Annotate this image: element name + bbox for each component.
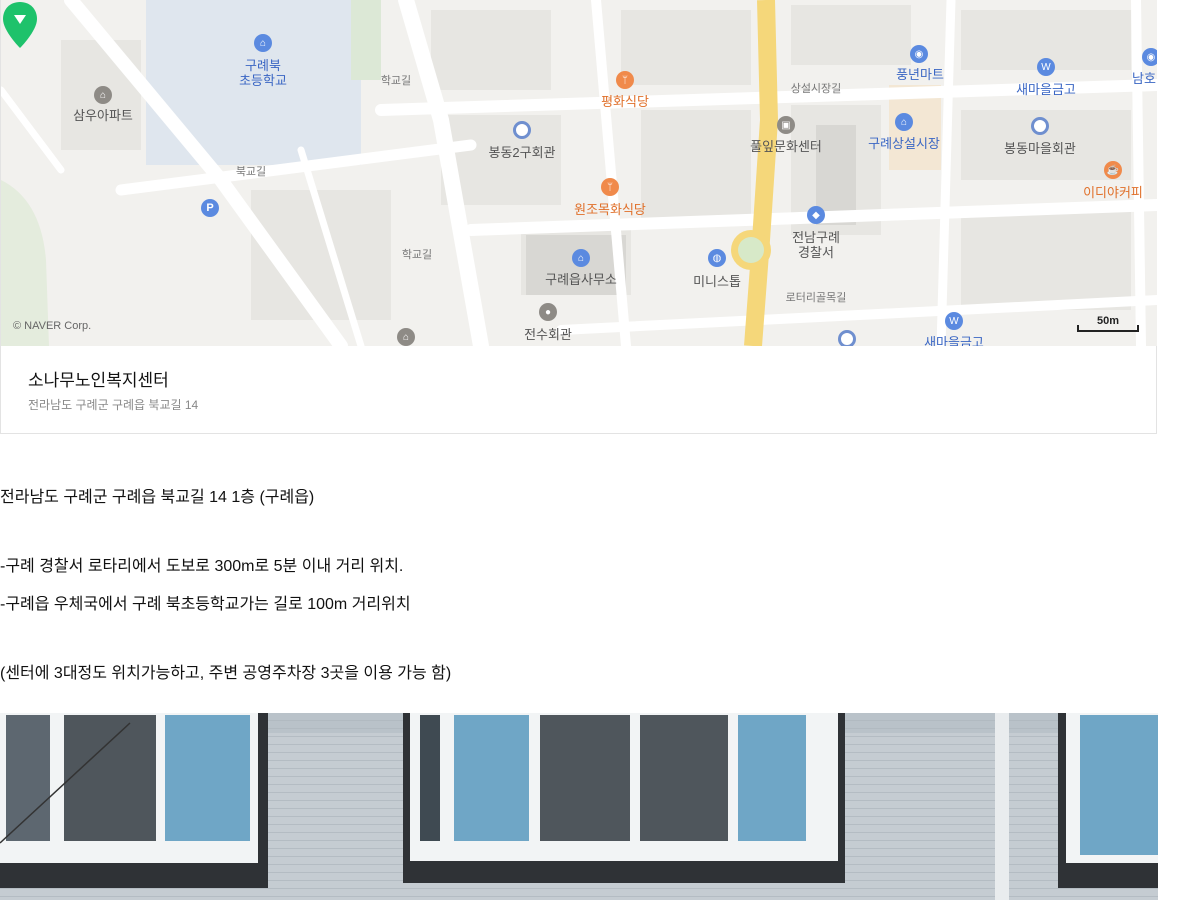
place-icon[interactable] [838,330,856,346]
cafe-icon[interactable]: ☕ [1104,161,1122,179]
location-marker-icon[interactable] [1,0,39,50]
direction-text: -구례 경찰서 로타리에서 도보로 300m로 5분 이내 거리 위치. [0,558,404,575]
map-label-road: 로터리골목길 [785,292,847,304]
convenience-store-icon[interactable]: ◍ [708,249,726,267]
map-label-road: 북교길 [235,166,267,178]
map-label-apartment[interactable]: 삼우아파트 [73,108,133,123]
map-copyright: © NAVER Corp. [13,320,92,332]
restaurant-icon[interactable]: ᛘ [616,71,634,89]
mart-icon[interactable]: ◉ [910,45,928,63]
bank-icon[interactable]: W [1037,58,1055,76]
map-base [1,0,1157,346]
police-icon[interactable]: ◆ [807,206,825,224]
hall-icon[interactable]: ● [539,303,557,321]
school-icon[interactable]: ⌂ [254,34,272,52]
map-label-bank[interactable]: 새마을금고 [924,335,984,346]
map-label-convenience-store[interactable]: 미니스톱 [693,274,741,289]
map-label-mart[interactable]: 풍년마트 [896,67,944,82]
map-label-market[interactable]: 구례상설시장 [868,136,940,151]
map-card[interactable]: ⌂ ⌂ ᛘ ▣ ◉ W ◉ ⌂ ᛘ ☕ P ◆ ⌂ ◍ ● ⌂ W 구례북 초등… [0,0,1157,434]
address-text: 전라남도 구례군 구례읍 북교길 14 1층 (구례읍) [0,489,315,506]
map-label-community-hall[interactable]: 봉동2구회관 [488,145,555,160]
restaurant-icon[interactable]: ᛘ [601,178,619,196]
building-icon[interactable]: ⌂ [397,328,415,346]
map-label-bank[interactable]: 새마을금고 [1016,82,1076,97]
map-label-restaurant[interactable]: 평화식당 [601,94,649,109]
community-hall-icon[interactable] [513,121,531,139]
map-scale-bar [1077,325,1139,332]
government-office-icon[interactable]: ⌂ [572,249,590,267]
map-label-road: 상설시장길 [790,83,842,95]
map-label-village-hall[interactable]: 봉동마을회관 [1004,141,1076,156]
map-label-school[interactable]: 구례북 초등학교 [239,58,287,88]
map-view[interactable]: ⌂ ⌂ ᛘ ▣ ◉ W ◉ ⌂ ᛘ ☕ P ◆ ⌂ ◍ ● ⌂ W 구례북 초등… [1,0,1157,346]
parking-info-text: (센터에 3대정도 위치가능하고, 주변 공영주차장 3곳을 이용 가능 함) [0,665,452,682]
culture-center-icon[interactable]: ▣ [777,116,795,134]
parking-icon[interactable]: P [201,199,219,217]
map-label-culture-center[interactable]: 풀잎문화센터 [750,139,822,154]
building-photo-image [0,713,1158,900]
map-label-cafe[interactable]: 이디야커피 [1083,185,1143,200]
map-label-place[interactable]: 남호 [1132,71,1156,86]
map-label-road: 학교길 [401,249,433,261]
market-icon[interactable]: ⌂ [895,113,913,131]
map-label-road: 학교길 [380,75,412,87]
map-label-restaurant[interactable]: 원조목화식당 [574,202,646,217]
place-icon[interactable]: ◉ [1142,48,1157,66]
bank-icon[interactable]: W [945,312,963,330]
place-name[interactable]: 소나무노인복지센터 [28,366,169,391]
map-scale: 50m [1077,315,1139,332]
village-hall-icon[interactable] [1031,117,1049,135]
map-label-police[interactable]: 전남구례 경찰서 [792,230,840,260]
building-photo [0,713,1158,900]
place-address: 전라남도 구례군 구례읍 북교길 14 [28,398,199,412]
map-label-government-office[interactable]: 구례읍사무소 [545,272,617,287]
map-label-hall[interactable]: 전수회관 [524,327,572,342]
direction-text: -구례읍 우체국에서 구례 북초등학교가는 길로 100m 거리위치 [0,596,411,613]
apartment-icon[interactable]: ⌂ [94,86,112,104]
